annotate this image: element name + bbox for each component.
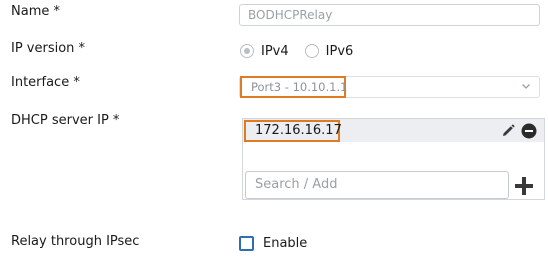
enable-checkbox[interactable]: [239, 236, 254, 251]
interface-select[interactable]: Port3 - 10.10.1.1: [239, 76, 540, 98]
interface-label: Interface *: [11, 75, 80, 90]
radio-unchecked-icon: [304, 44, 319, 58]
ipv6-radio-label: IPv6: [325, 43, 354, 59]
relay-ipsec-checkbox-row: Enable: [239, 236, 307, 251]
enable-checkbox-label: Enable: [263, 236, 308, 251]
ipv4-radio-label: IPv4: [261, 43, 289, 59]
radio-checked-icon: [240, 44, 254, 58]
name-label: Name *: [11, 4, 60, 19]
ipv6-radio[interactable]: IPv6: [304, 43, 354, 59]
dhcp-server-ip-entry: 172.16.16.17: [244, 120, 342, 142]
ip-version-radio-group: IPv4 IPv6: [240, 41, 369, 61]
plus-icon[interactable]: [514, 176, 534, 196]
pencil-icon[interactable]: [500, 123, 516, 139]
interface-selected-value: Port3 - 10.10.1.1: [240, 76, 347, 98]
name-field[interactable]: BODHCPRelay: [239, 4, 540, 26]
ipv4-radio[interactable]: IPv4: [240, 44, 289, 59]
list-item[interactable]: 172.16.16.17: [243, 119, 544, 142]
dhcp-server-ip-label: DHCP server IP *: [11, 113, 120, 128]
relay-through-ipsec-label: Relay through IPsec: [11, 234, 140, 249]
search-add-input[interactable]: Search / Add: [245, 171, 509, 199]
chevron-down-icon[interactable]: [521, 81, 531, 91]
minus-circle-icon[interactable]: [521, 123, 537, 139]
ip-version-label: IP version *: [11, 41, 86, 56]
dhcp-server-ip-list: 172.16.16.17 Search / Add: [242, 118, 545, 200]
